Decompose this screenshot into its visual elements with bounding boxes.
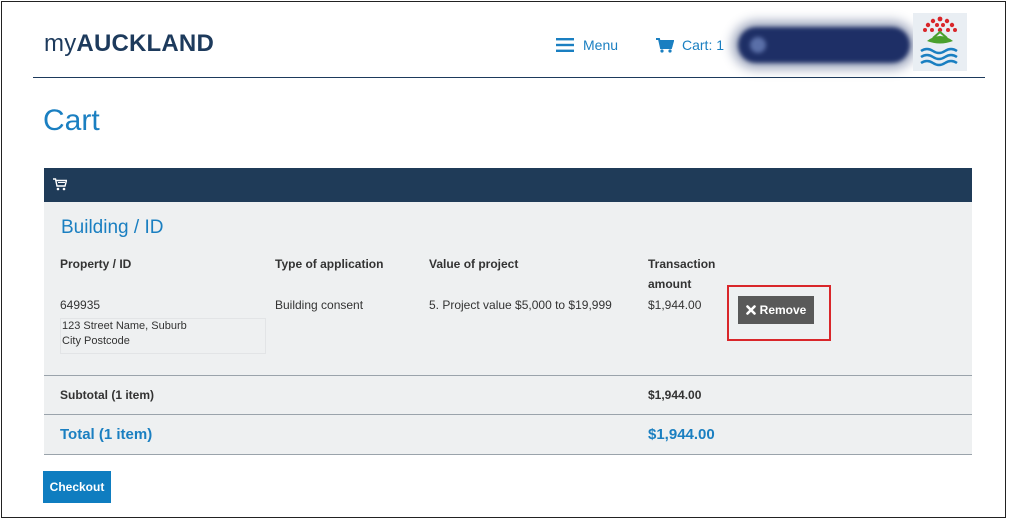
total-label: Total (1 item) bbox=[60, 426, 153, 443]
application-type: Building consent bbox=[275, 298, 364, 312]
column-header-transaction-line1: Transaction bbox=[648, 257, 716, 271]
divider bbox=[44, 414, 972, 415]
address-line-1: 123 Street Name, Suburb bbox=[62, 320, 187, 332]
header-divider bbox=[33, 77, 985, 78]
hamburger-icon bbox=[556, 38, 574, 52]
user-account-menu[interactable] bbox=[738, 27, 910, 63]
checkout-button[interactable]: Checkout bbox=[43, 471, 111, 503]
pohutukawa-logo-icon bbox=[913, 13, 967, 71]
column-header-transaction-line2: amount bbox=[648, 277, 692, 291]
cart-link[interactable]: Cart: 1 bbox=[656, 37, 724, 53]
divider bbox=[44, 375, 972, 376]
column-header-transaction: Transaction amount bbox=[648, 257, 715, 291]
menu-label: Menu bbox=[583, 37, 619, 53]
project-value: 5. Project value $5,000 to $19,999 bbox=[429, 298, 612, 312]
cart-count-label: Cart: 1 bbox=[682, 37, 725, 53]
column-header-property: Property / ID bbox=[60, 257, 132, 271]
property-address: 123 Street Name, Suburb City Postcode bbox=[60, 318, 266, 354]
avatar bbox=[750, 37, 766, 53]
remove-highlight-box bbox=[727, 285, 831, 341]
column-header-value: Value of project bbox=[429, 257, 519, 271]
address-line-2: City Postcode bbox=[62, 335, 130, 347]
cart-section-title: Building / ID bbox=[61, 217, 164, 238]
logo-prefix: my bbox=[44, 30, 77, 57]
subtotal-amount: $1,944.00 bbox=[648, 388, 702, 402]
total-amount: $1,944.00 bbox=[648, 426, 715, 443]
subtotal-label: Subtotal (1 item) bbox=[60, 388, 155, 402]
cart-icon bbox=[656, 37, 674, 53]
transaction-amount: $1,944.00 bbox=[648, 298, 702, 312]
site-logo[interactable]: myAUCKLAND bbox=[44, 30, 214, 58]
property-id: 649935 bbox=[60, 298, 101, 312]
menu-button[interactable]: Menu bbox=[556, 37, 618, 53]
logo-main: AUCKLAND bbox=[76, 30, 214, 57]
cart-panel-header bbox=[44, 168, 972, 202]
divider bbox=[44, 454, 972, 455]
page-title: Cart bbox=[43, 104, 100, 137]
cart-icon bbox=[53, 178, 67, 191]
column-header-type: Type of application bbox=[275, 257, 384, 271]
